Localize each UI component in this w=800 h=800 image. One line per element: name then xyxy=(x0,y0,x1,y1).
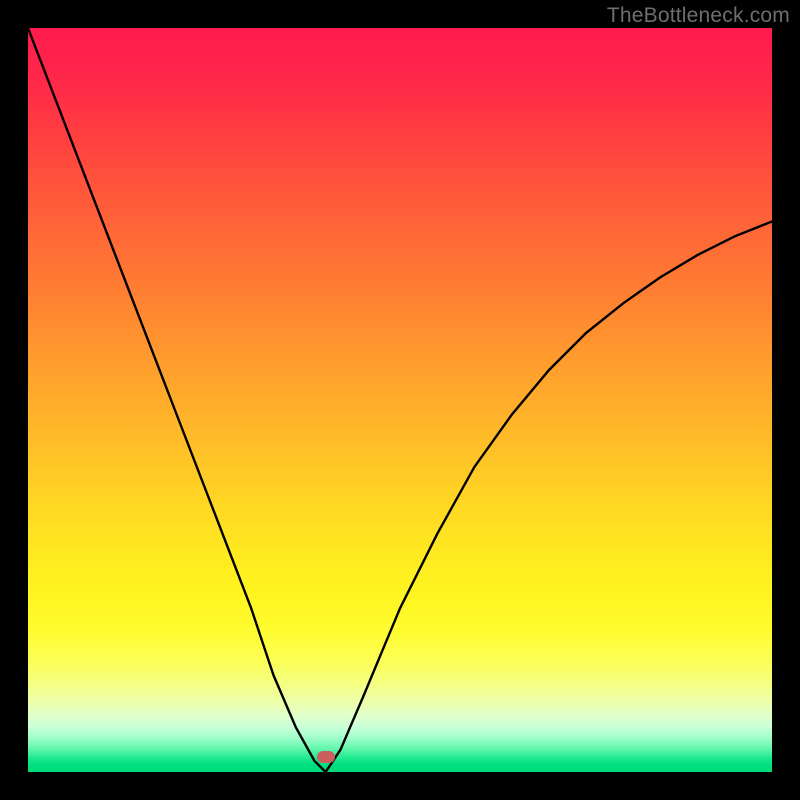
chart-frame: TheBottleneck.com xyxy=(0,0,800,800)
curve-layer xyxy=(28,28,772,772)
watermark-text: TheBottleneck.com xyxy=(607,4,790,28)
plot-area xyxy=(28,28,772,772)
bottleneck-curve xyxy=(28,28,772,772)
optimal-point-marker xyxy=(317,751,335,763)
